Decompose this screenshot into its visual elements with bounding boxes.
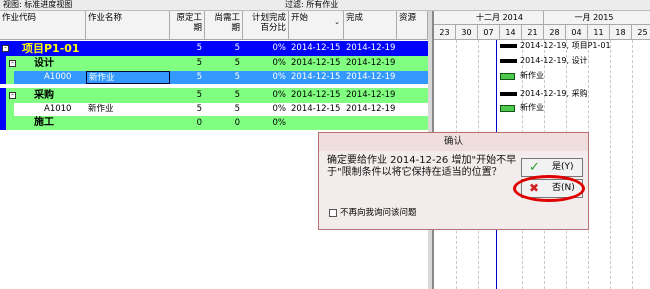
day-label: 23 bbox=[434, 25, 456, 40]
collapse-toggle[interactable]: - bbox=[9, 92, 16, 99]
cell-rem: 0 bbox=[234, 118, 240, 128]
row-indent-bar bbox=[6, 71, 14, 84]
summary-bar[interactable] bbox=[500, 59, 517, 63]
gantt-day-header: 23 30 07 14 21 28 04 11 18 25 01 bbox=[434, 25, 650, 40]
col-header-start-label: 开始 bbox=[291, 13, 309, 23]
filter-label: 过滤: 所有作业 bbox=[285, 0, 339, 9]
col-header-name[interactable]: 作业名称 bbox=[86, 11, 170, 40]
cell-code: 项目P1-01 bbox=[22, 42, 80, 55]
cell-rem: 5 bbox=[234, 90, 240, 100]
month-label: 一月 2015 bbox=[574, 13, 614, 22]
table-row[interactable]: 施工 0 0 0% bbox=[0, 116, 428, 130]
cell-code: 设计 bbox=[34, 58, 54, 69]
dont-ask-label: 不再向我询问该问题 bbox=[340, 208, 417, 218]
col-header-orig-duration[interactable]: 原定工期 bbox=[170, 11, 205, 40]
bar-label: 新作业 bbox=[520, 71, 544, 80]
cell-orig: 5 bbox=[196, 72, 202, 82]
dialog-title: 确认 bbox=[319, 133, 588, 151]
yes-button-label: 是(Y) bbox=[552, 162, 574, 172]
cell-start: 2014-12-15 bbox=[291, 90, 341, 100]
cell-finish: 2014-12-19 bbox=[346, 43, 396, 53]
col-header-finish[interactable]: 完成 bbox=[344, 11, 397, 40]
activity-bar[interactable] bbox=[500, 105, 515, 112]
cell-rem: 5 bbox=[234, 58, 240, 68]
cell-orig: 5 bbox=[196, 104, 202, 114]
col-header-code[interactable]: 作业代码 bbox=[0, 11, 86, 40]
cell-start: 2014-12-15 bbox=[291, 43, 341, 53]
cell-pct: 0% bbox=[272, 72, 287, 82]
day-label: 30 bbox=[456, 25, 478, 40]
row-indent-bar bbox=[0, 88, 6, 103]
dont-ask-checkbox[interactable]: 不再向我询问该问题 bbox=[329, 208, 417, 219]
table-row[interactable]: A1000 新作业 5 5 0% 2014-12-15 2014-12-19 bbox=[0, 71, 428, 84]
month-label: 十二月 2014 bbox=[456, 11, 544, 25]
row-indent-bar bbox=[6, 103, 14, 116]
bar-label: 新作业 bbox=[520, 103, 544, 112]
summary-bar[interactable] bbox=[500, 44, 517, 48]
cell-rem: 5 bbox=[234, 72, 240, 82]
cell-orig: 5 bbox=[196, 43, 202, 53]
cell-name[interactable]: 新作业 bbox=[88, 103, 170, 116]
cell-finish: 2014-12-19 bbox=[346, 58, 396, 68]
bar-label: 2014-12-19, 采购 bbox=[520, 89, 588, 98]
view-label: 视图: 标准进度视图 bbox=[3, 0, 73, 9]
cell-finish: 2014-12-19 bbox=[346, 90, 396, 100]
cell-rem: 5 bbox=[234, 43, 240, 53]
col-header-resource[interactable]: 资源 bbox=[397, 11, 428, 40]
table-row[interactable]: A1010 新作业 5 5 0% 2014-12-15 2014-12-19 bbox=[0, 103, 428, 116]
cell-pct: 0% bbox=[272, 43, 287, 53]
collapse-toggle[interactable]: - bbox=[9, 60, 16, 67]
cell-code: 采购 bbox=[34, 90, 54, 101]
day-label: 07 bbox=[478, 25, 500, 40]
cell-rem: 5 bbox=[234, 104, 240, 114]
gantt-month-header: 十二月 2014 一月 2015 bbox=[434, 11, 650, 25]
cell-finish: 2014-12-19 bbox=[346, 72, 396, 82]
cell-orig: 5 bbox=[196, 58, 202, 68]
highlight-circle bbox=[513, 175, 585, 202]
cell-orig: 0 bbox=[196, 118, 202, 128]
cell-code: A1000 bbox=[44, 72, 72, 82]
row-indent-bar bbox=[0, 56, 6, 71]
cell-start: 2014-12-15 bbox=[291, 58, 341, 68]
table-row[interactable]: - 设计 5 5 0% 2014-12-15 2014-12-19 bbox=[0, 56, 428, 71]
cell-pct: 0% bbox=[272, 104, 287, 114]
cell-start: 2014-12-15 bbox=[291, 104, 341, 114]
cell-orig: 5 bbox=[196, 90, 202, 100]
bar-label: 2014-12-19, 设计 bbox=[520, 56, 588, 65]
col-header-percent-complete[interactable]: 计划完成百分比 bbox=[243, 11, 289, 40]
gantt-gridline bbox=[632, 40, 633, 289]
activity-bar[interactable] bbox=[500, 73, 515, 80]
sort-arrow-icon: ⌄ bbox=[334, 18, 340, 26]
cell-finish: 2014-12-19 bbox=[346, 104, 396, 114]
day-label: 11 bbox=[588, 25, 610, 40]
checkbox-box[interactable] bbox=[329, 209, 337, 217]
col-header-start[interactable]: 开始 ⌄ bbox=[289, 11, 344, 40]
day-label: 28 bbox=[544, 25, 566, 40]
col-header-remaining-duration[interactable]: 尚需工期 bbox=[205, 11, 243, 40]
gantt-gridline bbox=[610, 40, 611, 289]
confirm-dialog: 确认 确定要给作业 2014-12-26 增加"开始不早于"限制条件以将它保持在… bbox=[318, 132, 589, 230]
table-row[interactable]: - 采购 5 5 0% 2014-12-15 2014-12-19 bbox=[0, 88, 428, 103]
view-filter-bar: 视图: 标准进度视图 过滤: 所有作业 bbox=[0, 0, 650, 11]
dialog-message: 确定要给作业 2014-12-26 增加"开始不早于"限制条件以将它保持在适当的… bbox=[327, 155, 517, 178]
day-label: 04 bbox=[566, 25, 588, 40]
table-row[interactable]: - 项目P1-01 5 5 0% 2014-12-15 2014-12-19 bbox=[0, 41, 428, 56]
cell-name[interactable]: 新作业 bbox=[86, 71, 170, 84]
cell-code: A1010 bbox=[44, 104, 72, 114]
cell-code: 施工 bbox=[34, 117, 54, 128]
day-label: 25 bbox=[632, 25, 650, 40]
row-indent-bar bbox=[0, 116, 6, 130]
check-icon: ✓ bbox=[529, 160, 540, 175]
summary-bar[interactable] bbox=[500, 92, 517, 96]
day-label: 14 bbox=[500, 25, 522, 40]
cell-pct: 0% bbox=[272, 58, 287, 68]
bar-label: 2014-12-19, 项目P1-01 bbox=[520, 41, 611, 50]
collapse-toggle[interactable]: - bbox=[2, 45, 9, 52]
day-label: 21 bbox=[522, 25, 544, 40]
cell-pct: 0% bbox=[272, 118, 287, 128]
cell-pct: 0% bbox=[272, 90, 287, 100]
day-label: 18 bbox=[610, 25, 632, 40]
cell-start: 2014-12-15 bbox=[291, 72, 341, 82]
